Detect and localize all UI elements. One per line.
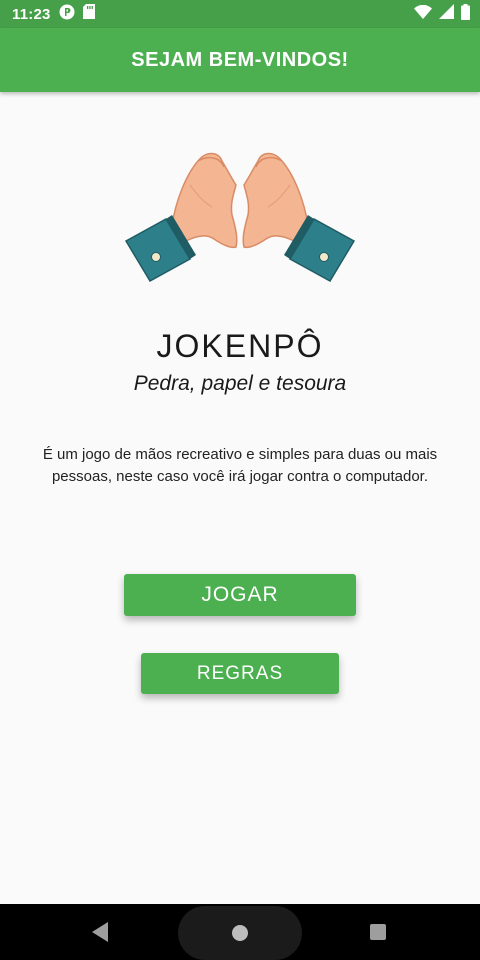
status-right	[414, 3, 470, 25]
play-button[interactable]: JOGAR	[124, 574, 356, 616]
heart-hands-icon	[120, 145, 360, 285]
battery-icon	[461, 3, 470, 25]
wifi-icon	[414, 4, 432, 24]
rules-button[interactable]: REGRAS	[141, 653, 339, 694]
app-bar: SEJAM BEM-VINDOS!	[0, 28, 480, 92]
game-description: É um jogo de mãos recreativo e simples p…	[42, 446, 438, 485]
status-bar: 11:23	[0, 0, 480, 28]
game-subtitle: Pedra, papel e tesoura	[133, 372, 347, 395]
recents-icon[interactable]	[369, 923, 387, 946]
back-icon[interactable]	[90, 921, 110, 948]
notification-icon	[59, 4, 75, 25]
game-title: JOKENPÔ	[156, 328, 324, 364]
sd-card-icon	[82, 4, 95, 24]
status-left: 11:23	[12, 4, 95, 25]
home-icon[interactable]	[230, 923, 250, 948]
status-time: 11:23	[12, 5, 51, 23]
app-title: SEJAM BEM-VINDOS!	[131, 48, 349, 71]
signal-icon	[439, 4, 454, 24]
